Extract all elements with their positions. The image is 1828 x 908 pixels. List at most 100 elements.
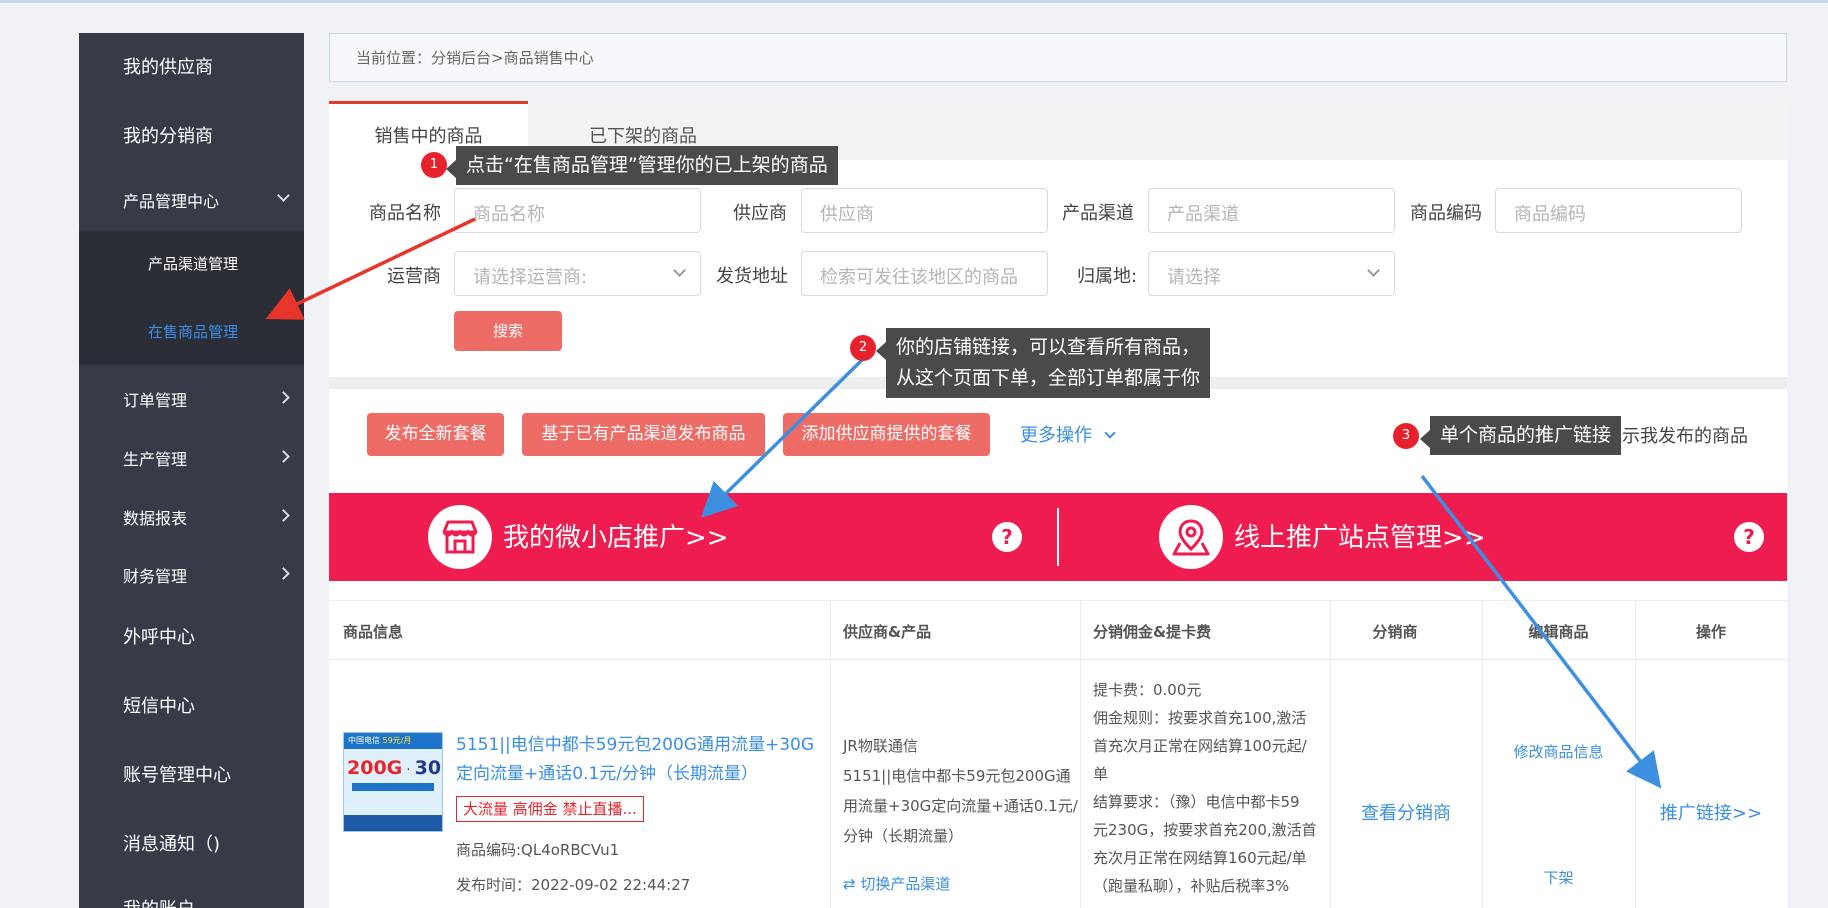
sidebar-item-label: 短信中心: [123, 696, 195, 717]
ship-address-input[interactable]: 检索可发往该地区的商品: [801, 251, 1048, 296]
region-select-value: 请选择: [1167, 267, 1221, 288]
sidebar-item-reports[interactable]: 数据报表: [79, 505, 304, 535]
chevron-down-icon: [673, 264, 686, 277]
region-label: 归属地:: [1077, 266, 1138, 287]
sidebar-item-label: 我的账户: [123, 895, 195, 908]
sidebar-item-finance[interactable]: 财务管理: [79, 563, 304, 593]
supplier-label: 供应商: [733, 203, 787, 224]
breadcrumb: 当前位置：分销后台>商品销售中心: [329, 33, 1787, 82]
chevron-right-icon: [277, 391, 290, 404]
sidebar-item-distributors[interactable]: 我的分销商: [79, 122, 304, 152]
sidebar-item-label: 产品管理中心: [123, 192, 220, 211]
banner-divider: [1057, 508, 1059, 566]
supplier-input[interactable]: 供应商: [801, 188, 1048, 233]
view-distributors-link[interactable]: 查看分销商: [1330, 800, 1482, 828]
sidebar-item-product-channel[interactable]: 产品渠道管理: [79, 231, 304, 298]
shop-promo-link[interactable]: 我的微小店推广>>: [503, 517, 729, 554]
chevron-right-icon: [277, 567, 290, 580]
product-title-link[interactable]: 5151||电信中都卡59元包200G通用流量+30G 定向流量+通话0.1元/分…: [456, 731, 814, 789]
thumb-30g: 30G: [414, 757, 442, 779]
chevron-down-icon: [1367, 264, 1380, 277]
sidebar-item-product-center[interactable]: 产品管理中心: [79, 188, 304, 218]
thumb-price: 59元/月: [382, 736, 412, 745]
edit-product-link[interactable]: 修改商品信息: [1482, 738, 1635, 766]
thumb-body: 200G · 30G: [344, 749, 442, 779]
annotation-badge: 1: [421, 152, 447, 178]
sidebar-item-label: 消息通知（): [123, 834, 221, 855]
sidebar-item-label: 生产管理: [123, 450, 188, 469]
thumb-brand: 中国电信: [348, 736, 380, 745]
supplier-product-line: 5151||电信中都卡59元包200G通: [843, 767, 1071, 785]
publish-from-channel-button[interactable]: 基于已有产品渠道发布商品: [522, 413, 765, 456]
sidebar-item-label: 数据报表: [123, 509, 188, 528]
publish-new-package-button[interactable]: 发布全新套餐: [367, 413, 504, 456]
product-title-line: 定向流量+通话0.1元/分钟（长期流量）: [456, 764, 759, 784]
commission-line: 单: [1093, 765, 1109, 783]
site-promo-link[interactable]: 线上推广站点管理>>: [1234, 517, 1486, 554]
column-divider: [1635, 600, 1636, 908]
product-code-label: 商品编码: [1410, 203, 1482, 224]
help-icon[interactable]: ?: [992, 522, 1022, 552]
channel-input[interactable]: 产品渠道: [1148, 188, 1395, 233]
annotation-tooltip-line: 从这个页面下单，全部订单都属于你: [896, 367, 1201, 389]
chevron-down-icon: [1104, 427, 1116, 439]
sidebar-item-on-sale[interactable]: 在售商品管理: [79, 298, 304, 365]
column-divider: [1330, 600, 1331, 908]
thumb-footer: [344, 815, 442, 831]
more-actions-dropdown[interactable]: 更多操作: [1020, 421, 1116, 447]
supplier-product-line: 分钟（长期流量）: [843, 827, 964, 845]
supplier-product-line: 用流量+30G定向流量+通话0.1元/: [843, 797, 1078, 815]
operator-select[interactable]: 请选择运营商:: [454, 251, 701, 296]
annotation-tooltip: 点击“在售商品管理”管理你的已上架的商品: [446, 146, 838, 185]
publish-time: 发布时间：2022-09-02 22:44:27: [456, 876, 691, 894]
sidebar-item-orders[interactable]: 订单管理: [79, 387, 304, 417]
product-tag: 大流量 高佣金 禁止直播...: [456, 796, 644, 822]
operator-select-value: 请选择运营商:: [473, 267, 588, 288]
chevron-down-icon: [277, 189, 290, 202]
main-panel: 销售中的商品 已下架的商品 商品名称 商品名称 供应商 供应商 产品渠道 产品渠…: [329, 101, 1787, 908]
product-name-label: 商品名称: [369, 203, 441, 224]
product-code-input[interactable]: 商品编码: [1495, 188, 1742, 233]
shop-icon: [428, 505, 492, 569]
thumb-200g: 200G: [347, 757, 403, 779]
help-icon[interactable]: ?: [1734, 522, 1764, 552]
supplier-info: JR物联通信 5151||电信中都卡59元包200G通 用流量+30G定向流量+…: [843, 731, 1078, 851]
sidebar-item-outbound-call[interactable]: 外呼中心: [79, 623, 304, 653]
sidebar-item-messages[interactable]: 消息通知（): [79, 830, 304, 860]
off-shelf-link[interactable]: 下架: [1482, 864, 1635, 892]
column-header: 编辑商品: [1528, 623, 1589, 641]
sidebar-item-suppliers[interactable]: 我的供应商: [79, 53, 304, 83]
sidebar-item-sms[interactable]: 短信中心: [79, 692, 304, 722]
promo-link[interactable]: 推广链接>>: [1635, 800, 1787, 828]
sidebar-item-my-account[interactable]: 我的账户: [79, 895, 304, 908]
top-strip: [0, 0, 1828, 3]
commission-info: 提卡费：0.00元 佣金规则：按要求首充100,激活 首充次月正常在网结算100…: [1093, 676, 1317, 900]
column-divider: [830, 600, 831, 908]
operator-label: 运营商: [387, 266, 441, 287]
more-actions-label: 更多操作: [1020, 425, 1092, 446]
commission-line: 佣金规则：按要求首充100,激活: [1093, 709, 1307, 727]
ship-address-label: 发货地址: [716, 266, 788, 287]
sidebar-item-label: 产品渠道管理: [148, 255, 239, 273]
column-header: 操作: [1695, 623, 1726, 641]
column-header: 分销商: [1372, 623, 1418, 641]
column-header: 供应商&产品: [843, 623, 932, 641]
sidebar-item-label: 账号管理中心: [123, 765, 231, 786]
region-select[interactable]: 请选择: [1148, 251, 1395, 296]
commission-line: 首充次月正常在网结算100元起/: [1093, 737, 1307, 755]
sidebar-item-label: 我的分销商: [123, 126, 213, 147]
sidebar-item-production[interactable]: 生产管理: [79, 446, 304, 476]
thumb-stripe: [352, 783, 434, 791]
add-supplier-package-button[interactable]: 添加供应商提供的套餐: [783, 413, 990, 456]
map-pin-icon: [1159, 505, 1223, 569]
product-thumbnail[interactable]: 中国电信 59元/月 200G · 30G: [343, 732, 443, 832]
sidebar-item-account[interactable]: 账号管理中心: [79, 761, 304, 791]
product-name-input[interactable]: 商品名称: [454, 188, 701, 233]
switch-channel-link[interactable]: ⇄ 切换产品渠道: [843, 870, 950, 898]
commission-line: 元230G，按要求首充200,激活首: [1093, 821, 1317, 839]
column-header: 分销佣金&提卡费: [1093, 623, 1212, 641]
search-button[interactable]: 搜索: [454, 311, 562, 351]
sidebar-item-label: 财务管理: [123, 567, 188, 586]
annotation-tooltip-line: 你的店铺链接，可以查看所有商品，: [896, 336, 1201, 358]
commission-line: 充次月正常在网结算160元起/单: [1093, 849, 1307, 867]
